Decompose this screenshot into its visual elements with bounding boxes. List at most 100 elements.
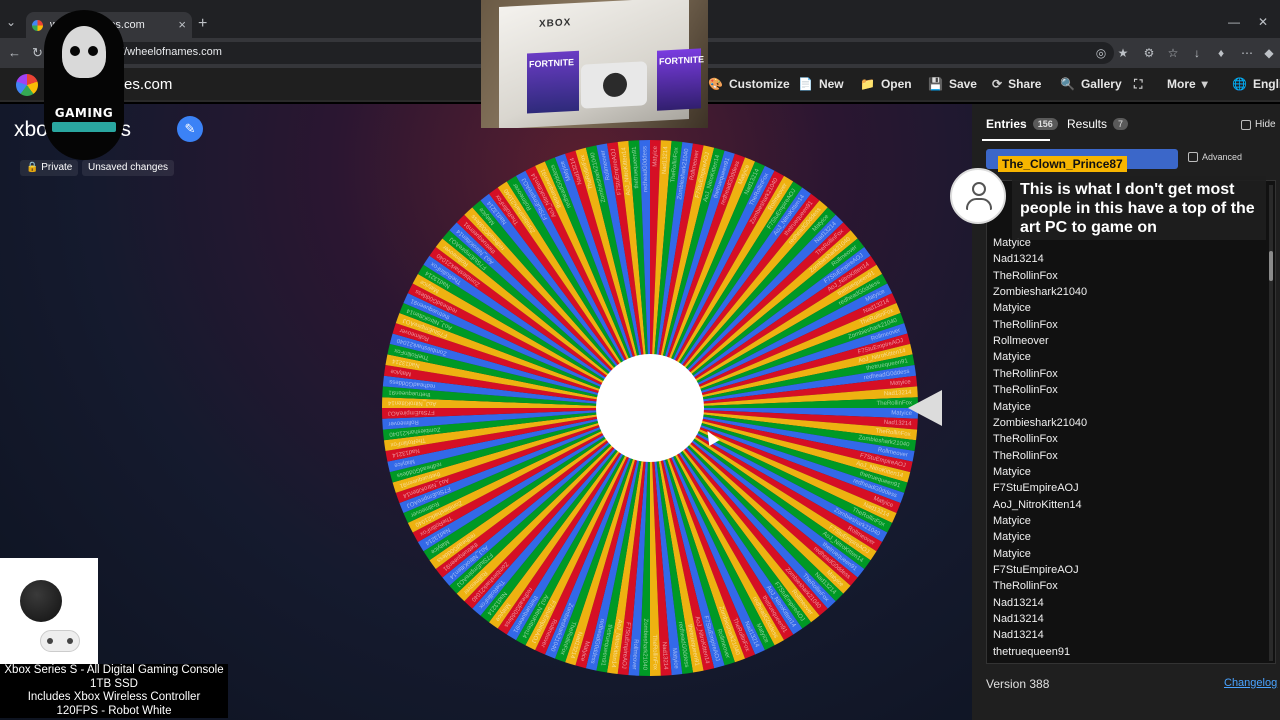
menu-customize[interactable]: 🎨 Customize <box>708 77 790 91</box>
edit-title-button[interactable]: ✎ <box>177 116 203 142</box>
private-badge[interactable]: 🔒 Private <box>20 160 79 176</box>
product-line: 120FPS - Robot White <box>56 704 172 717</box>
menu-share[interactable]: ⟳ Share <box>992 77 1041 91</box>
globe-icon: 🌐 <box>1232 77 1247 91</box>
changelog-link[interactable]: Changelog <box>1224 677 1277 689</box>
entry-item: Nad13214 <box>993 629 1044 642</box>
entry-item: Matyice <box>993 400 1031 413</box>
favicon-icon <box>32 20 43 31</box>
extension-icon[interactable]: ⚙ <box>1142 46 1156 60</box>
user-avatar-icon <box>950 168 1006 224</box>
minimize-icon[interactable]: — <box>1228 15 1240 29</box>
menu-more[interactable]: More ▾ <box>1167 77 1208 91</box>
active-tab-underline <box>982 139 1050 141</box>
wheel-segment-label: TheRollinFox <box>651 635 658 670</box>
entry-item: Matyice <box>993 465 1031 478</box>
xbox-brand: XBOX <box>539 17 572 30</box>
entry-item: TheRollinFox <box>993 433 1058 446</box>
product-line: Xbox Series S - All Digital Gaming Conso… <box>4 664 224 676</box>
chat-overlay: The_Clown_Prince87 This is what I don't … <box>950 152 1268 240</box>
menu-save[interactable]: 💾 Save <box>928 77 977 91</box>
share-icon: ⟳ <box>992 77 1003 91</box>
save-icon: 💾 <box>928 77 943 91</box>
entry-item: Matyice <box>993 351 1031 364</box>
entries-textarea[interactable]: Matyice Nad13214 TheRollinFox Zombieshark21… <box>986 180 1276 664</box>
menu-open[interactable]: 📁 Open <box>860 77 912 91</box>
tab-search-icon[interactable]: ⌄ <box>6 15 16 29</box>
xbox-console-icon <box>20 580 62 622</box>
webcam-overlay: XBOX FORTNITE FORTNITE <box>481 0 708 128</box>
close-window-icon[interactable]: ✕ <box>1258 15 1268 29</box>
search-icon: 🔍 <box>1060 77 1075 91</box>
new-file-icon: 📄 <box>798 77 813 91</box>
unsaved-changes-badge: Unsaved changes <box>82 160 175 176</box>
entry-item: Zombieshark21040 <box>993 286 1088 299</box>
entry-item: thetruequeen91 <box>993 645 1071 658</box>
profile-extension-icon[interactable]: ♦ <box>1214 46 1228 60</box>
skull-icon <box>62 26 106 78</box>
menu-englis[interactable]: 🌐Englis <box>1232 77 1280 91</box>
entry-item: TheRollinFox <box>993 580 1058 593</box>
entries-count-badge: 156 <box>1032 118 1058 130</box>
entry-item: Matyice <box>993 531 1031 544</box>
entry-item: Nad13214 <box>993 253 1044 266</box>
hide-toggle[interactable]: Hide <box>1241 119 1276 130</box>
wheel-segment-label: F7StuEmpireAOJ <box>388 409 435 416</box>
gaming-logo: GAMING <box>44 10 124 160</box>
entry-item: F7StuEmpireAOJ <box>993 482 1079 495</box>
entry-item: Rollmeover <box>993 335 1049 348</box>
entry-item: Matyice <box>993 547 1031 560</box>
copilot-icon[interactable]: ◆ <box>1262 46 1276 60</box>
download-icon[interactable]: ↓ <box>1190 46 1204 60</box>
hide-checkbox[interactable] <box>1241 119 1251 130</box>
new-tab-button[interactable]: + <box>198 15 207 33</box>
chat-message: This is what I don't get most people in … <box>1012 176 1266 240</box>
chat-username: The_Clown_Prince87 <box>998 156 1127 172</box>
more-options-icon[interactable]: ⋯ <box>1240 46 1254 60</box>
folder-icon: 📁 <box>860 77 875 91</box>
xbox-box: XBOX FORTNITE FORTNITE <box>499 0 704 128</box>
bookmark-star-icon[interactable]: ★ <box>1116 46 1130 60</box>
translate-icon[interactable]: ◎ <box>1094 46 1108 60</box>
version-label: Version 388 <box>986 677 1050 691</box>
chevron-down-icon: ▾ <box>1201 77 1208 91</box>
wheel-segment-label: Matyice <box>652 145 658 166</box>
spin-wheel[interactable]: MatyiceNad13214TheRollinFoxZombieshark21… <box>380 138 920 678</box>
controller-icon <box>40 630 80 652</box>
results-count-badge: 7 <box>1113 118 1129 130</box>
entry-item: Zombieshark21040 <box>993 416 1088 429</box>
product-line: 1TB SSD <box>90 677 138 690</box>
product-description: Xbox Series S - All Digital Gaming Conso… <box>0 664 228 718</box>
wheel-logo-icon[interactable] <box>16 74 38 96</box>
tab-results[interactable]: Results 7 <box>1067 117 1129 131</box>
reload-icon[interactable]: ↻ <box>32 45 43 61</box>
entry-item: TheRollinFox <box>993 367 1058 380</box>
entry-item: AoJ_NitroKitten14 <box>993 498 1082 511</box>
scrollbar-thumb[interactable] <box>1269 251 1273 281</box>
wheel-segment-label: Zombieshark21040 <box>641 619 648 671</box>
site-name[interactable]: es.com <box>124 76 172 93</box>
back-icon[interactable]: ← <box>8 45 21 60</box>
wheel-pointer <box>908 390 942 426</box>
product-line: Includes Xbox Wireless Controller <box>27 691 201 703</box>
favorites-icon[interactable]: ☆ <box>1166 46 1180 60</box>
wheel-segment-label: AoJ_NitroKitten14 <box>387 399 436 406</box>
entry-item: TheRollinFox <box>993 384 1058 397</box>
wheel-center[interactable] <box>596 354 704 462</box>
close-tab-icon[interactable]: × <box>178 17 186 32</box>
entry-item: Matyice <box>993 302 1031 315</box>
screen: ⌄ wheelofnames.com × + — ✕ ← ↻ ://wheelo… <box>0 0 1280 720</box>
entry-item: TheRollinFox <box>993 449 1058 462</box>
entry-item: TheRollinFox <box>993 318 1058 331</box>
palette-icon: 🎨 <box>708 77 723 91</box>
entry-item: Nad13214 <box>993 596 1044 609</box>
menu-new[interactable]: 📄 New <box>798 77 844 91</box>
entry-item: TheRollinFox <box>993 269 1058 282</box>
menu-fullscreen[interactable]: ⛶ <box>1134 77 1148 92</box>
tab-entries[interactable]: Entries 156 <box>986 117 1058 131</box>
menu-gallery[interactable]: 🔍 Gallery <box>1060 77 1122 91</box>
entry-item: Matyice <box>993 514 1031 527</box>
entry-item: Nad13214 <box>993 613 1044 626</box>
fullscreen-icon: ⛶ <box>1134 77 1143 91</box>
entry-item: F7StuEmpireAOJ <box>993 564 1079 576</box>
